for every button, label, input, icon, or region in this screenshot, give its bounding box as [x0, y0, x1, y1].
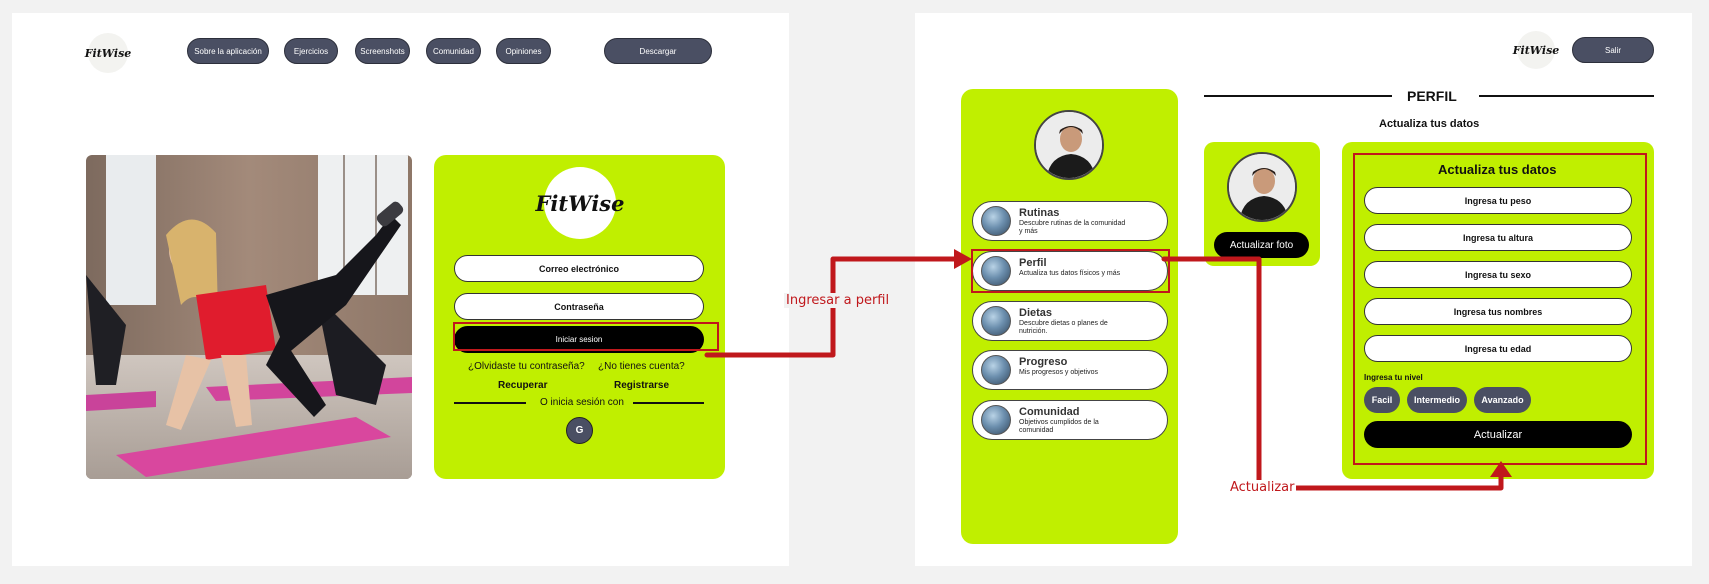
perfil-highlight [971, 249, 1170, 293]
form-title: Actualiza tus datos [1438, 162, 1557, 177]
level-label: Ingresa tu nivel [1364, 373, 1423, 382]
exit-button[interactable]: Salir [1572, 37, 1654, 63]
perfil-line-right [1479, 95, 1654, 97]
menu-item-rutinas[interactable]: Rutinas Descubre rutinas de la comunidad… [972, 201, 1168, 241]
rutinas-avatar [981, 206, 1011, 236]
forgot-password-text: ¿Olvidaste tu contraseña? [468, 361, 585, 372]
fitwise-logo[interactable]: FitWise [85, 33, 131, 73]
email-field[interactable]: Correo electrónico [454, 255, 704, 282]
side-menu: Rutinas Descubre rutinas de la comunidad… [961, 89, 1178, 544]
progreso-avatar [981, 355, 1011, 385]
update-form-card: Actualiza tus datos Ingresa tu peso Ingr… [1342, 142, 1654, 479]
sex-field[interactable]: Ingresa tu sexo [1364, 261, 1632, 288]
nav-sobre-la-aplicacion[interactable]: Sobre la aplicación [187, 38, 269, 64]
menu-desc: Objetivos cumplidos de la comunidad [1019, 419, 1099, 434]
user-portrait [1034, 110, 1104, 180]
annotation-update: Actualizar [1228, 480, 1297, 495]
level-intermedio-button[interactable]: Intermedio [1407, 387, 1467, 413]
menu-desc: Mis progresos y objetivos [1019, 369, 1098, 376]
nav-ejercicios[interactable]: Ejercicios [284, 38, 338, 64]
menu-desc: Descubre rutinas de la comunidad y más [1019, 220, 1126, 235]
menu-title: Progreso [1019, 356, 1068, 368]
menu-item-dietas[interactable]: Dietas Descubre dietas o planes de nutri… [972, 301, 1168, 341]
recover-link[interactable]: Recuperar [498, 380, 547, 391]
login-highlight [453, 322, 719, 351]
divider-left [454, 402, 526, 404]
fitness-photo [86, 155, 412, 479]
perfil-title: PERFIL [1407, 88, 1457, 104]
no-account-text: ¿No tienes cuenta? [598, 361, 685, 372]
download-button[interactable]: Descargar [604, 38, 712, 64]
dietas-avatar [981, 306, 1011, 336]
register-link[interactable]: Registrarse [614, 380, 669, 391]
password-field[interactable]: Contraseña [454, 293, 704, 320]
nav-opiniones[interactable]: Opiniones [496, 38, 551, 64]
update-button[interactable]: Actualizar [1364, 421, 1632, 448]
divider-text: O inicia sesión con [540, 397, 624, 408]
height-field[interactable]: Ingresa tu altura [1364, 224, 1632, 251]
nav-comunidad[interactable]: Comunidad [426, 38, 481, 64]
card-logo: FitWise [536, 167, 624, 239]
level-facil-button[interactable]: Facil [1364, 387, 1400, 413]
annotation-to-profile: Ingresar a perfil [784, 293, 892, 308]
comunidad-avatar [981, 405, 1011, 435]
menu-title: Comunidad [1019, 406, 1080, 418]
menu-desc: Descubre dietas o planes de nutrición. [1019, 320, 1108, 335]
nav-screenshots[interactable]: Screenshots [355, 38, 410, 64]
photo-card: Actualizar foto [1204, 142, 1320, 266]
menu-item-comunidad[interactable]: Comunidad Objetivos cumplidos de la comu… [972, 400, 1168, 440]
divider-right [633, 402, 704, 404]
profile-subtitle: Actualiza tus datos [1379, 118, 1480, 130]
login-screen: FitWise Sobre la aplicación Ejercicios S… [12, 13, 789, 566]
names-field[interactable]: Ingresa tus nombres [1364, 298, 1632, 325]
age-field[interactable]: Ingresa tu edad [1364, 335, 1632, 362]
level-avanzado-button[interactable]: Avanzado [1474, 387, 1531, 413]
menu-title: Rutinas [1019, 207, 1060, 219]
perfil-line-left [1204, 95, 1392, 97]
photo-card-portrait [1227, 152, 1297, 222]
update-photo-button[interactable]: Actualizar foto [1214, 232, 1309, 258]
menu-title: Dietas [1019, 307, 1053, 319]
menu-item-progreso[interactable]: Progreso Mis progresos y objetivos [972, 350, 1168, 390]
profile-screen: FitWise Salir Rutinas Descubre rutinas d… [915, 13, 1692, 566]
fitwise-logo-profile[interactable]: FitWise [1513, 31, 1559, 69]
weight-field[interactable]: Ingresa tu peso [1364, 187, 1632, 214]
google-login-button[interactable]: G [566, 417, 593, 444]
